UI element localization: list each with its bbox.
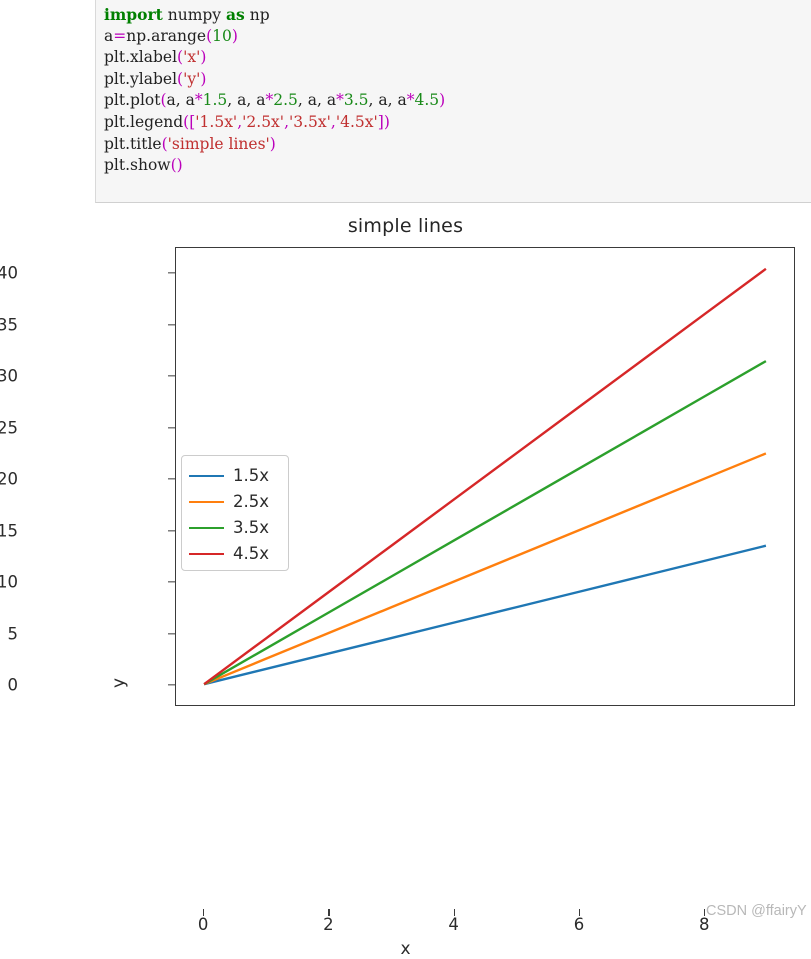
code-block: import numpy as np a=np.arange(10) plt.xla… (95, 0, 811, 203)
code-token: ([ (183, 112, 196, 131)
code-token: 3.5 (343, 91, 369, 110)
code-token: * (194, 91, 203, 110)
y-tick-label: 25 (0, 418, 18, 438)
code-token: , a, a (227, 91, 266, 110)
code-token: as (226, 5, 245, 24)
code-token: , a, a (368, 91, 407, 110)
code-token: 'simple lines' (167, 134, 270, 153)
legend-item: 3.5x (189, 515, 282, 541)
x-tick-mark (203, 909, 205, 916)
y-tick-mark (168, 426, 175, 429)
code-token: plt.legend (104, 112, 184, 131)
code-token: import (104, 5, 163, 24)
chart-legend: 1.5x 2.5x 3.5x 4.5x (181, 455, 289, 571)
code-token: '1.5x' (195, 112, 238, 131)
code-line: plt.xlabel('x') (104, 47, 811, 69)
code-token: '3.5x' (289, 112, 331, 131)
code-token: 2.5 (273, 91, 298, 110)
legend-item: 1.5x (189, 463, 282, 489)
code-token: '4.5x' (335, 112, 378, 131)
code-token: ) (200, 69, 207, 88)
code-line: plt.plot(a, a*1.5, a, a*2.5, a, a*3.5, a… (104, 90, 811, 112)
code-token: ]) (377, 112, 390, 131)
code-token: () (170, 156, 183, 175)
code-token: plt.ylabel (104, 69, 178, 88)
legend-label: 1.5x (233, 465, 270, 485)
code-line: import numpy as np (104, 4, 811, 26)
y-tick-label: 35 (0, 315, 18, 335)
code-token: '2.5x' (242, 112, 285, 131)
y-tick-mark (168, 684, 175, 686)
code-token: , a, a (297, 91, 337, 110)
code-line: plt.title('simple lines') (104, 134, 811, 156)
y-tick-label: 5 (7, 624, 19, 644)
x-tick-mark (328, 909, 330, 916)
y-tick-mark (168, 478, 175, 480)
code-token: numpy (162, 6, 226, 24)
y-tick-mark (168, 581, 175, 583)
code-token: 'x' (183, 48, 201, 67)
code-token: np.arange (126, 26, 207, 45)
y-tick-label: 40 (0, 263, 18, 283)
x-tick-label: 8 (698, 915, 710, 934)
code-token: plt.title (104, 134, 162, 153)
x-tick-label: 0 (197, 915, 209, 934)
chart-title: simple lines (347, 215, 464, 237)
code-line: plt.show() (104, 155, 811, 177)
y-tick-label: 30 (0, 366, 18, 386)
matplotlib-figure: simple lines y x 1.5x 2.5x 3.5x 4.5x CSDN @… (0, 203, 811, 959)
legend-color-swatch (189, 553, 224, 555)
code-token: 1.5 (202, 91, 228, 110)
code-token: ) (200, 48, 207, 67)
y-tick-mark (168, 529, 175, 532)
code-token: plt.plot (104, 91, 161, 110)
legend-color-swatch (189, 475, 224, 477)
legend-item: 4.5x (189, 541, 282, 567)
y-axis-label: y (109, 677, 130, 689)
legend-label: 3.5x (233, 517, 270, 537)
y-tick-mark (168, 375, 175, 377)
code-token: 4.5 (414, 91, 440, 110)
legend-label: 2.5x (233, 491, 270, 511)
y-tick-label: 20 (0, 469, 18, 489)
legend-label: 4.5x (233, 543, 270, 563)
code-token: ) (269, 134, 276, 153)
code-token: = (113, 26, 127, 45)
y-tick-label: 10 (0, 572, 18, 592)
code-token: 10 (212, 26, 232, 45)
y-tick-label: 0 (7, 675, 19, 695)
code-line: a=np.arange(10) (104, 26, 811, 48)
legend-item: 2.5x (189, 489, 282, 515)
code-token: a (104, 26, 114, 45)
legend-color-swatch (189, 527, 224, 529)
x-tick-label: 6 (573, 915, 585, 934)
code-token: plt.show (104, 156, 171, 175)
x-tick-mark (578, 909, 581, 916)
x-tick-label: 4 (448, 915, 459, 934)
x-tick-mark (453, 909, 455, 916)
code-line: plt.ylabel('y') (104, 69, 811, 91)
code-line: plt.legend(['1.5x','2.5x','3.5x','4.5x']… (104, 112, 811, 134)
code-token: a, a (166, 91, 195, 110)
code-token: np (244, 6, 270, 24)
x-tick-mark (704, 909, 706, 916)
code-token: * (336, 91, 344, 110)
code-token: ) (439, 91, 446, 110)
code-source-lines: import numpy as np a=np.arange(10) plt.xla… (104, 4, 811, 177)
y-tick-mark (168, 272, 175, 274)
y-tick-mark (168, 632, 175, 635)
code-token: plt.xlabel (104, 48, 178, 67)
y-tick-mark (168, 323, 175, 326)
x-axis-label: x (400, 939, 411, 959)
code-token: 'y' (183, 69, 201, 88)
code-token: ) (231, 26, 238, 45)
x-tick-label: 2 (323, 915, 334, 934)
y-tick-label: 15 (0, 521, 18, 541)
legend-color-swatch (189, 501, 224, 503)
